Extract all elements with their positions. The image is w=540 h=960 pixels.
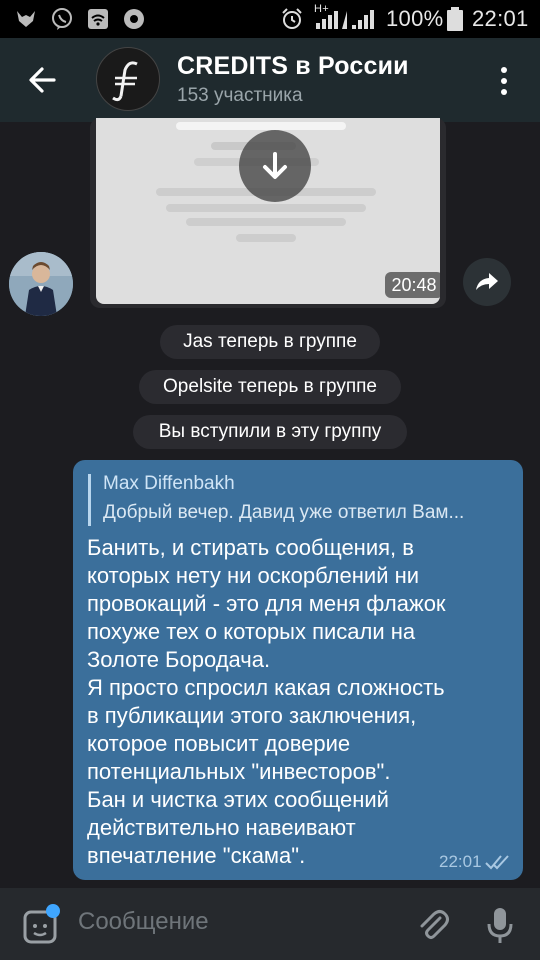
clock: 22:01	[472, 6, 529, 31]
service-message-jas: Jas теперь в группе	[160, 325, 380, 359]
message-text: Банить, и стирать сообщения, в которых н…	[87, 535, 446, 868]
microphone-icon[interactable]	[486, 906, 514, 944]
message-time: 22:01	[439, 852, 482, 871]
group-avatar[interactable]	[96, 47, 160, 111]
sender-avatar[interactable]	[9, 252, 73, 316]
reply-author[interactable]: Max Diffenbakh	[103, 473, 235, 495]
paperclip-icon[interactable]	[414, 906, 450, 942]
photo-message[interactable]: 20:48	[90, 118, 446, 308]
battery-percent: 100%	[386, 6, 444, 31]
member-count: 153 участника	[177, 85, 303, 106]
blurred-photo[interactable]: 20:48	[96, 118, 440, 304]
message-list[interactable]: 20:48 Jas теперь в группе Opelsite тепер…	[0, 118, 540, 888]
service-message-joined: Вы вступили в эту группу	[133, 415, 407, 449]
download-arrow-icon	[263, 152, 287, 179]
message-composer: Сообщение	[0, 888, 540, 960]
signal-icon	[316, 11, 347, 29]
wifi-icon	[88, 9, 108, 29]
reply-preview[interactable]: Добрый вечер. Давид уже ответил Вам...	[103, 502, 464, 524]
chat-header: CREDITS в России 153 участника	[0, 38, 540, 122]
photo-time: 20:48	[385, 272, 440, 298]
person-photo-icon	[9, 252, 73, 316]
notification-dot	[46, 904, 60, 918]
more-vertical-icon[interactable]	[490, 64, 518, 98]
viber-icon	[52, 8, 72, 30]
outgoing-message-bubble[interactable]: Max Diffenbakh Добрый вечер. Давид уже о…	[73, 460, 523, 880]
message-input[interactable]: Сообщение	[78, 908, 209, 936]
double-check-icon	[485, 855, 509, 870]
reply-quote-bar	[88, 474, 91, 526]
status-bar: H+ 100% 22:01	[0, 0, 540, 38]
credits-logo-icon	[112, 61, 138, 102]
alarm-icon	[282, 8, 302, 29]
forward-button[interactable]	[463, 258, 511, 306]
chat-title[interactable]: CREDITS в России	[177, 52, 409, 81]
service-message-opelsite: Opelsite теперь в группе	[139, 370, 401, 404]
download-button[interactable]	[239, 130, 311, 202]
battery-icon	[447, 7, 463, 31]
back-arrow-icon[interactable]	[24, 60, 60, 100]
incognito-icon	[17, 11, 35, 27]
share-arrow-icon	[476, 273, 498, 290]
signal-icon-2	[352, 10, 374, 29]
record-icon	[124, 9, 144, 29]
